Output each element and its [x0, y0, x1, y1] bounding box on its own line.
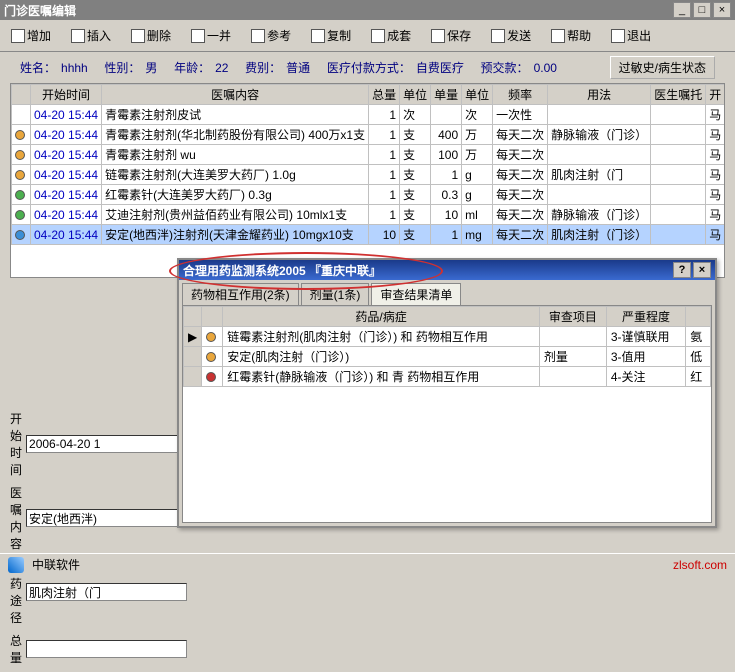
table-row[interactable]: 04-20 15:44安定(地西泮)注射剂(天津金耀药业) 10mgx10支10…: [12, 225, 725, 245]
start-time-field[interactable]: [26, 435, 187, 453]
table-row[interactable]: 04-20 15:44青霉素注射剂 wu1支100万每天二次马: [12, 145, 725, 165]
close-button[interactable]: ×: [713, 2, 731, 18]
popup-title-bar: 合理用药监测系统2005 『重庆中联』 ? ×: [179, 260, 715, 280]
batch-icon: [191, 29, 205, 43]
exit-button[interactable]: 退出: [606, 24, 656, 47]
total-field[interactable]: [26, 640, 187, 658]
popup-help-button[interactable]: ?: [673, 262, 691, 278]
set-icon: [371, 29, 385, 43]
add-button[interactable]: 增加: [6, 24, 56, 47]
status-dot-icon: [15, 130, 25, 140]
detail-form: 开始时间 医嘱内容 给药途径 总量: [10, 410, 160, 672]
status-dot-icon: [206, 372, 216, 382]
help-icon: [551, 29, 565, 43]
table-row[interactable]: 安定(肌肉注射（门诊）)剂量3-值用低: [184, 347, 711, 367]
status-bar: 中联软件 zlsoft.com: [0, 553, 735, 575]
send-icon: [491, 29, 505, 43]
batch-button[interactable]: 一并: [186, 24, 236, 47]
status-dot-icon: [15, 170, 25, 180]
table-row[interactable]: 04-20 15:44链霉素注射剂(大连美罗大药厂) 1.0g1支1g每天二次肌…: [12, 165, 725, 185]
send-button[interactable]: 发送: [486, 24, 536, 47]
table-row[interactable]: 红霉素针(静脉输液（门诊）) 和 青 药物相互作用4-关注红: [184, 367, 711, 387]
copy-icon: [311, 29, 325, 43]
status-dot-icon: [206, 332, 216, 342]
maximize-button[interactable]: □: [693, 2, 711, 18]
table-row[interactable]: 04-20 15:44红霉素针(大连美罗大药厂) 0.3g1支0.3g每天二次马: [12, 185, 725, 205]
table-row[interactable]: 04-20 15:44艾迪注射剂(贵州益佰药业有限公司) 10mlx1支1支10…: [12, 205, 725, 225]
main-title-bar: 门诊医嘱编辑 _ □ ×: [0, 0, 735, 20]
content-field[interactable]: [26, 509, 187, 527]
status-dot-icon: [206, 352, 216, 362]
route-field[interactable]: [26, 583, 187, 601]
help-button[interactable]: 帮助: [546, 24, 596, 47]
ref-icon: [251, 29, 265, 43]
tab-interaction[interactable]: 药物相互作用(2条): [182, 283, 299, 305]
drug-audit-popup: 合理用药监测系统2005 『重庆中联』 ? × 药物相互作用(2条) 剂量(1条…: [177, 258, 717, 528]
table-row[interactable]: 04-20 15:44青霉素注射剂(华北制药股份有限公司) 400万x1支1支4…: [12, 125, 725, 145]
set-button[interactable]: 成套: [366, 24, 416, 47]
table-row[interactable]: 04-20 15:44青霉素注射剂皮试1次次一次性马: [12, 105, 725, 125]
delete-icon: [131, 29, 145, 43]
tab-results[interactable]: 审查结果清单: [371, 283, 461, 305]
exit-icon: [611, 29, 625, 43]
main-toolbar: 增加 插入 删除 一并 参考 复制 成套 保存 发送 帮助 退出: [0, 20, 735, 52]
orders-grid[interactable]: 开始时间 医嘱内容 总量 单位 单量 单位 频率 用法 医生嘱托 开 04-20…: [10, 83, 725, 278]
status-dot-icon: [15, 150, 25, 160]
tab-dose[interactable]: 剂量(1条): [301, 283, 370, 305]
insert-icon: [71, 29, 85, 43]
logo-icon: [8, 557, 24, 573]
table-row[interactable]: ▶链霉素注射剂(肌肉注射（门诊）) 和 药物相互作用3-谨慎联用氨: [184, 327, 711, 347]
brand-link[interactable]: zlsoft.com: [673, 558, 727, 572]
popup-tabs: 药物相互作用(2条) 剂量(1条) 审查结果清单: [179, 280, 715, 305]
minimize-button[interactable]: _: [673, 2, 691, 18]
status-dot-icon: [15, 230, 25, 240]
status-dot-icon: [15, 210, 25, 220]
main-title-text: 门诊医嘱编辑: [4, 2, 76, 19]
patient-info-bar: 姓名：hhhh 性别：男 年龄：22 费别：普通 医疗付款方式：自费医疗 预交款…: [0, 52, 735, 83]
save-button[interactable]: 保存: [426, 24, 476, 47]
popup-close-button[interactable]: ×: [693, 262, 711, 278]
popup-results-grid[interactable]: 药品/病症 审查项目 严重程度 ▶链霉素注射剂(肌肉注射（门诊）) 和 药物相互…: [182, 305, 712, 523]
ref-button[interactable]: 参考: [246, 24, 296, 47]
add-icon: [11, 29, 25, 43]
copy-button[interactable]: 复制: [306, 24, 356, 47]
vendor-label: 中联软件: [32, 556, 80, 573]
status-dot-icon: [15, 190, 25, 200]
delete-button[interactable]: 删除: [126, 24, 176, 47]
save-icon: [431, 29, 445, 43]
history-button[interactable]: 过敏史/病生状态: [610, 56, 715, 79]
popup-title-text: 合理用药监测系统2005 『重庆中联』: [183, 262, 381, 279]
insert-button[interactable]: 插入: [66, 24, 116, 47]
